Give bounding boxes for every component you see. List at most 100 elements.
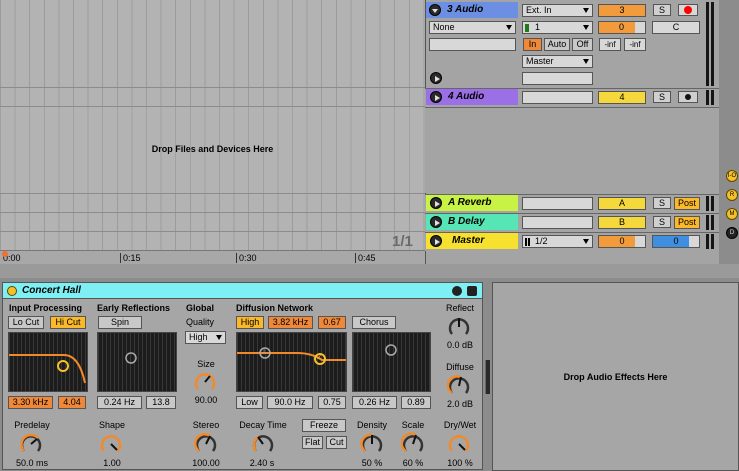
arrangement-master[interactable] [0, 232, 425, 250]
arrangement-track-3[interactable] [0, 0, 425, 87]
input-channel-select[interactable]: 1 [522, 21, 593, 34]
predelay-knob[interactable] [19, 432, 43, 456]
track-3-title[interactable]: 3 Audio [426, 2, 483, 18]
track-3-number[interactable]: 3 [598, 4, 646, 17]
output-select[interactable]: Master [522, 55, 593, 68]
diffusion-low-val[interactable]: 0.75 [318, 396, 346, 409]
spin-rate[interactable]: 0.24 Hz [97, 396, 142, 409]
arrangement-reverb[interactable] [0, 194, 425, 212]
density-value: 50 % [361, 458, 383, 468]
chorus-rate[interactable]: 0.26 Hz [352, 396, 397, 409]
chorus-button[interactable]: Chorus [352, 316, 396, 329]
diffusion-high-button[interactable]: High [236, 316, 264, 329]
drop-files-text: Drop Files and Devices Here [151, 144, 274, 154]
input-processing-label: Input Processing [9, 303, 83, 313]
cue-icon [525, 238, 530, 246]
return-b-title[interactable]: B Delay [426, 214, 485, 230]
monitor-off-button[interactable]: Off [572, 38, 593, 51]
diffusion-high-freq[interactable]: 3.82 kHz [268, 316, 313, 329]
clip-slot-select[interactable]: None [429, 21, 516, 34]
return-b-post[interactable]: Post [674, 216, 700, 229]
arrangement-delay[interactable] [0, 213, 425, 231]
device-splitter[interactable] [485, 360, 490, 394]
chorus-display[interactable] [352, 332, 431, 392]
track-4-io-empty[interactable] [522, 91, 593, 104]
return-b-letter[interactable]: B [598, 216, 646, 229]
hi-cut-freq[interactable]: 3.30 kHz [8, 396, 53, 409]
device-power-icon[interactable] [7, 286, 17, 296]
flat-button[interactable]: Flat [302, 436, 323, 449]
early-reflections-display[interactable] [97, 332, 177, 392]
track-3-pan[interactable]: C [652, 21, 700, 34]
return-a-title[interactable]: A Reverb [426, 195, 492, 211]
track-4-number[interactable]: 4 [598, 91, 646, 104]
device-title[interactable]: Concert Hall [22, 285, 81, 296]
decay-value: 2.40 s [249, 458, 275, 468]
track-4-arm-button[interactable] [678, 91, 698, 103]
predelay-label: Predelay [14, 420, 50, 430]
shape-knob[interactable] [99, 432, 123, 456]
reflect-label: Reflect [445, 303, 474, 313]
drywet-knob[interactable] [447, 432, 471, 456]
hi-cut-button[interactable]: Hi Cut [50, 316, 86, 329]
arrangement-bottom [0, 264, 739, 278]
track-3-solo[interactable]: S [653, 4, 671, 16]
spin-amount[interactable]: 13.8 [146, 396, 176, 409]
hi-cut-q[interactable]: 4.04 [58, 396, 86, 409]
output-channel-empty[interactable] [522, 72, 593, 85]
return-a-letter[interactable]: A [598, 197, 646, 210]
diffusion-low-freq[interactable]: 90.0 Hz [267, 396, 313, 409]
return-b-solo[interactable]: S [653, 216, 671, 228]
reflect-knob[interactable] [447, 315, 471, 339]
global-label: Global [186, 303, 215, 313]
return-a-solo[interactable]: S [653, 197, 671, 209]
device-save-icon[interactable] [467, 286, 477, 296]
delay-toggle-button[interactable]: D [726, 227, 738, 239]
playhead-marker[interactable] [2, 251, 8, 257]
input-filter-display[interactable] [8, 332, 88, 392]
diffuse-knob[interactable] [447, 374, 471, 398]
stereo-knob[interactable] [194, 432, 218, 456]
monitor-auto-button[interactable]: Auto [544, 38, 570, 51]
returns-toggle-button[interactable]: R [726, 189, 738, 201]
return-a-io-empty[interactable] [522, 197, 593, 210]
track-4-solo[interactable]: S [653, 91, 671, 103]
density-knob[interactable] [360, 432, 384, 456]
master-cue-select[interactable]: 1/2 [522, 235, 593, 248]
master-pan[interactable]: 0 [652, 235, 700, 248]
density-label: Density [356, 420, 387, 430]
io-toggle-button[interactable]: I-O [726, 170, 738, 182]
cut-button[interactable]: Cut [326, 436, 347, 449]
track-4-title[interactable]: 4 Audio [426, 89, 484, 105]
send-a-value[interactable]: -inf [599, 38, 621, 51]
master-volume[interactable]: 0 [598, 235, 646, 248]
timeline-ruler[interactable]: 0:00 0:15 0:30 0:45 [0, 250, 425, 264]
diffusion-display[interactable]: 1 2 [236, 332, 347, 392]
monitor-in-button[interactable]: In [523, 38, 542, 51]
freeze-button[interactable]: Freeze [302, 419, 346, 432]
drywet-value: 100 % [447, 458, 473, 468]
decay-knob[interactable] [251, 432, 275, 456]
stop-button[interactable] [430, 72, 442, 84]
master-title[interactable]: Master [426, 233, 484, 249]
master-cue-label: 1/2 [535, 236, 548, 246]
spin-button[interactable]: Spin [98, 316, 142, 329]
lo-cut-button[interactable]: Lo Cut [8, 316, 44, 329]
clip-slot-empty[interactable] [429, 38, 516, 51]
chorus-amount[interactable]: 0.89 [401, 396, 431, 409]
input-type-select[interactable]: Ext. In [522, 4, 593, 17]
scale-knob[interactable] [401, 432, 425, 456]
track-3-meter [706, 2, 709, 86]
return-a-post[interactable]: Post [674, 197, 700, 210]
send-b-value[interactable]: -inf [624, 38, 646, 51]
track-3-volume[interactable]: 0 [598, 21, 646, 34]
quality-select[interactable]: High [185, 331, 226, 344]
timeline-label: 0:45 [355, 253, 376, 263]
device-hotswap-icon[interactable] [452, 286, 462, 296]
arrangement-track-4[interactable] [0, 88, 425, 106]
mixer-toggle-button[interactable]: M [726, 208, 738, 220]
return-b-io-empty[interactable] [522, 216, 593, 229]
size-knob[interactable] [193, 370, 217, 394]
diffusion-low-button[interactable]: Low [236, 396, 263, 409]
diffusion-high-val[interactable]: 0.67 [318, 316, 346, 329]
